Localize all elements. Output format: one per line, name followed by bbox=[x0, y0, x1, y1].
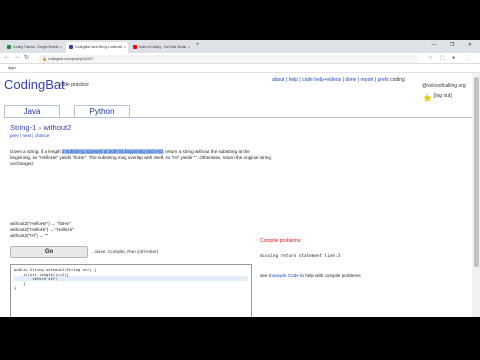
tab-java[interactable]: Java bbox=[4, 105, 60, 117]
compile-problems-heading: Compile problems: bbox=[260, 238, 302, 244]
site-tagline: code practice bbox=[59, 82, 89, 88]
example-2: without2("HelloHi") → "HelloHi" bbox=[10, 227, 74, 232]
forward-arrow-icon[interactable]: → bbox=[14, 54, 20, 60]
link-prev[interactable]: prev bbox=[10, 133, 19, 138]
youtube-favicon-icon bbox=[133, 45, 137, 49]
tab-divider bbox=[4, 117, 474, 118]
site-logo[interactable]: CodingBat bbox=[4, 77, 65, 92]
reload-icon[interactable]: ↻ bbox=[24, 54, 29, 61]
link-chance[interactable]: chance bbox=[35, 133, 50, 138]
compile-error: missing return statement line:3 bbox=[260, 254, 341, 259]
breadcrumb-category[interactable]: String-1 bbox=[10, 123, 36, 132]
url-text: codingbat.com/prob/p142247 bbox=[48, 56, 94, 61]
close-icon[interactable]: × bbox=[124, 44, 126, 49]
browser-tab-youtube[interactable]: Voice of Calling - YouTube Studio × bbox=[130, 42, 192, 53]
breadcrumb: String-1 > without2 bbox=[10, 123, 71, 132]
site-name: coding bbox=[390, 77, 405, 83]
compile-help-suffix: to help with compile problems bbox=[298, 273, 361, 278]
bookmark-apps[interactable]: Apps bbox=[8, 66, 16, 70]
window-controls[interactable]: — ❐ ✕ bbox=[432, 42, 478, 48]
address-bar-row: ← → ↻ 🔒 codingbat.com/prob/p142247 ☆ ⬚ ●… bbox=[0, 53, 480, 64]
compile-help: see Example Code to help with compile pr… bbox=[260, 273, 361, 278]
close-icon[interactable]: × bbox=[60, 44, 62, 49]
codingbat-favicon-icon bbox=[69, 45, 73, 49]
problem-title: without2 bbox=[43, 123, 72, 132]
go-hint: ...Save, Compile, Run (ctrl-enter) bbox=[91, 249, 159, 254]
tab-python[interactable]: Python bbox=[74, 105, 130, 117]
tab-label: CodingBat Java String-1 without2 bbox=[75, 45, 123, 49]
tab-label: Coding Tutorial - Google Sheets bbox=[13, 45, 59, 49]
browser-tab-sheets[interactable]: Coding Tutorial - Google Sheets × bbox=[4, 42, 64, 53]
lock-icon: 🔒 bbox=[42, 56, 47, 61]
link-report[interactable]: report bbox=[360, 77, 373, 83]
menu-icon[interactable]: ⋮ bbox=[466, 55, 471, 61]
letterbox-bottom bbox=[0, 317, 480, 360]
browser-tabstrip: Coding Tutorial - Google Sheets × Coding… bbox=[0, 40, 480, 53]
link-code-help[interactable]: code help+videos bbox=[302, 77, 341, 83]
user-email: @voiceofcalling.org bbox=[422, 83, 466, 89]
link-help[interactable]: help bbox=[289, 77, 298, 83]
description-text-start: Given a string, if a length bbox=[10, 149, 63, 154]
extensions-icon[interactable]: ⬚ bbox=[440, 55, 445, 61]
code-editor[interactable]: public String without2(String str) { if(… bbox=[10, 264, 252, 317]
breadcrumb-separator: > bbox=[38, 126, 42, 132]
url-input[interactable]: 🔒 codingbat.com/prob/p142247 bbox=[38, 54, 418, 63]
back-arrow-icon[interactable]: ← bbox=[4, 54, 10, 60]
scrollbar-thumb[interactable] bbox=[473, 77, 479, 267]
problem-description: Given a string, if a length 2 substring … bbox=[10, 149, 272, 168]
new-tab-button[interactable]: + bbox=[196, 42, 200, 48]
example-1: without2("HelloHe") → "lloHe" bbox=[10, 221, 71, 226]
close-icon[interactable]: × bbox=[188, 44, 190, 49]
browser-tab-codingbat[interactable]: CodingBat Java String-1 without2 × bbox=[66, 42, 128, 53]
link-prefs[interactable]: prefs bbox=[378, 77, 389, 83]
profile-icon[interactable]: ● bbox=[452, 55, 455, 61]
problem-subnav: prev | next | chance bbox=[10, 133, 50, 138]
sheets-favicon-icon bbox=[7, 45, 11, 49]
tab-label: Voice of Calling - YouTube Studio bbox=[139, 45, 187, 49]
link-done[interactable]: done bbox=[345, 77, 356, 83]
top-nav: about | help | code help+videos | done |… bbox=[272, 77, 405, 83]
screen: Coding Tutorial - Google Sheets × Coding… bbox=[0, 40, 480, 317]
example-3: without2("Hi") → "" bbox=[10, 233, 49, 238]
letterbox-top bbox=[0, 0, 480, 40]
compile-help-prefix: see bbox=[260, 273, 269, 278]
go-button[interactable]: Go bbox=[10, 246, 88, 258]
star-bookmark-icon[interactable]: ☆ bbox=[428, 55, 432, 61]
page-scrollbar[interactable] bbox=[472, 73, 480, 317]
star-icon: ★ bbox=[422, 91, 433, 105]
code-line: } bbox=[14, 285, 17, 291]
link-next[interactable]: next bbox=[22, 133, 31, 138]
description-highlight: 2 substring appears at both its beginnin… bbox=[62, 149, 163, 154]
bookmarks-bar: Apps bbox=[0, 64, 480, 73]
link-about[interactable]: about bbox=[272, 77, 285, 83]
logout-link[interactable]: [log out] bbox=[434, 93, 452, 99]
example-code-link[interactable]: Example Code bbox=[269, 273, 299, 278]
